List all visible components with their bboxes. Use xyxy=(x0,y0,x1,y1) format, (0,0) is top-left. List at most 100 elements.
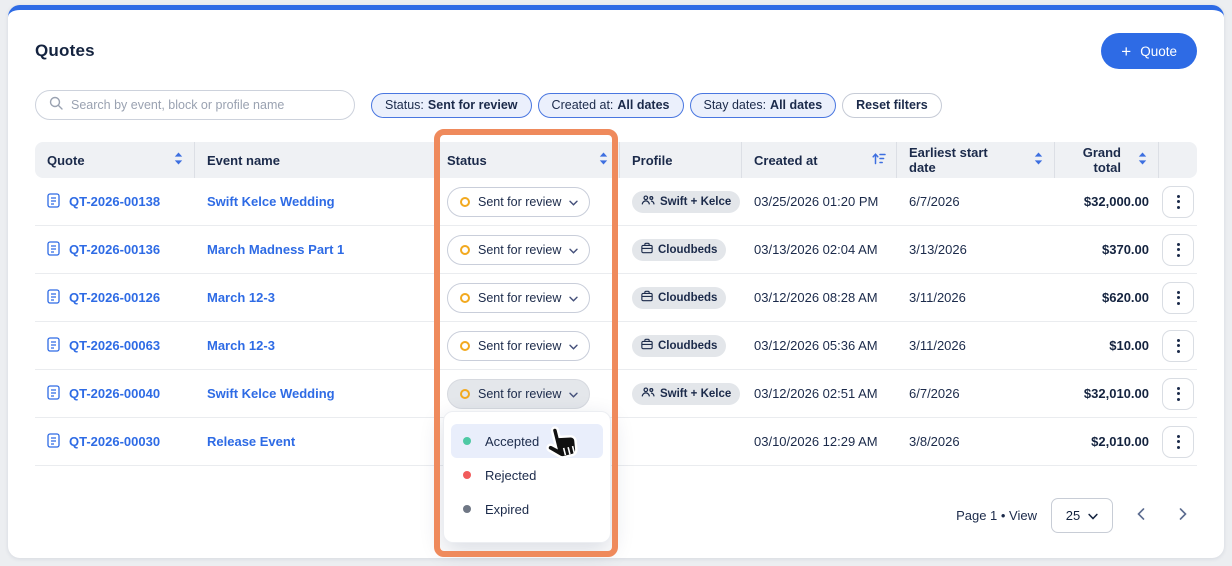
filter-chips: Status: Sent for review Created at: All … xyxy=(371,93,942,118)
status-dot-icon xyxy=(460,245,470,255)
status-option-rejected[interactable]: Rejected xyxy=(451,458,603,492)
sort-icon[interactable] xyxy=(598,152,609,168)
status-pill[interactable]: Sent for review xyxy=(447,235,590,265)
sort-icon[interactable] xyxy=(1033,152,1044,168)
option-label: Expired xyxy=(485,502,529,517)
row-actions-button[interactable] xyxy=(1162,426,1194,458)
profile-badge: Cloudbeds xyxy=(632,287,726,309)
status-dot-icon xyxy=(460,341,470,351)
document-icon xyxy=(47,289,60,307)
status-label: Sent for review xyxy=(478,291,561,305)
status-label: Sent for review xyxy=(478,339,561,353)
search-input[interactable] xyxy=(71,98,341,112)
row-actions-button[interactable] xyxy=(1162,378,1194,410)
table-row: QT-2026-00040 Swift Kelce Wedding Sent f… xyxy=(35,370,1197,418)
pagination: Page 1 • View 25 xyxy=(35,497,1197,533)
column-label: Grand total xyxy=(1067,145,1121,175)
page-size-select[interactable]: 25 xyxy=(1051,498,1113,533)
chevron-down-icon xyxy=(569,387,578,401)
sort-icon[interactable] xyxy=(1137,152,1148,168)
filter-chip-status[interactable]: Status: Sent for review xyxy=(371,93,532,118)
chip-value: Sent for review xyxy=(428,98,518,112)
quote-link[interactable]: QT-2026-00030 xyxy=(69,434,160,449)
add-quote-label: Quote xyxy=(1140,44,1177,59)
column-header-status[interactable]: Status xyxy=(435,142,620,178)
column-label: Event name xyxy=(207,153,280,168)
chevron-down-icon xyxy=(569,243,578,257)
earliest-start-cell: 3/8/2026 xyxy=(897,434,1055,449)
grand-total-cell: $370.00 xyxy=(1055,242,1159,257)
created-at-cell: 03/12/2026 02:51 AM xyxy=(742,386,897,401)
document-icon xyxy=(47,433,60,451)
status-option-accepted[interactable]: Accepted xyxy=(451,424,603,458)
status-label: Sent for review xyxy=(478,387,561,401)
people-icon xyxy=(641,194,655,209)
column-header-grand-total[interactable]: Grand total xyxy=(1055,142,1159,178)
filter-bar: Status: Sent for review Created at: All … xyxy=(35,90,1197,120)
column-label: Profile xyxy=(632,153,672,168)
filter-chip-stay-dates[interactable]: Stay dates: All dates xyxy=(690,93,837,118)
event-link[interactable]: Release Event xyxy=(207,434,295,449)
chip-label: Status: xyxy=(385,98,424,112)
event-link[interactable]: Swift Kelce Wedding xyxy=(207,194,335,209)
quote-link[interactable]: QT-2026-00136 xyxy=(69,242,160,257)
column-header-event-name[interactable]: Event name xyxy=(195,142,435,178)
earliest-start-cell: 6/7/2026 xyxy=(897,194,1055,209)
people-icon xyxy=(641,386,655,401)
table-header: Quote Event name Status Profile Created … xyxy=(35,142,1197,178)
event-link[interactable]: March Madness Part 1 xyxy=(207,242,344,257)
grand-total-cell: $32,000.00 xyxy=(1055,194,1159,209)
event-link[interactable]: March 12-3 xyxy=(207,338,275,353)
status-pill-open[interactable]: Sent for review xyxy=(447,379,590,409)
chevron-down-icon xyxy=(569,195,578,209)
chip-label: Reset filters xyxy=(856,98,928,112)
column-header-quote[interactable]: Quote xyxy=(35,142,195,178)
status-dot-icon xyxy=(460,197,470,207)
filter-chip-created-at[interactable]: Created at: All dates xyxy=(538,93,684,118)
status-option-expired[interactable]: Expired xyxy=(451,492,603,526)
quote-link[interactable]: QT-2026-00126 xyxy=(69,290,160,305)
quote-link[interactable]: QT-2026-00138 xyxy=(69,194,160,209)
event-link[interactable]: Swift Kelce Wedding xyxy=(207,386,335,401)
page-title: Quotes xyxy=(35,41,95,61)
created-at-cell: 03/25/2026 01:20 PM xyxy=(742,194,897,209)
column-header-earliest-start-date[interactable]: Earliest start date xyxy=(897,142,1055,178)
profile-badge: Cloudbeds xyxy=(632,335,726,357)
column-header-created-at[interactable]: Created at xyxy=(742,142,897,178)
chip-value: All dates xyxy=(770,98,822,112)
row-actions-button[interactable] xyxy=(1162,234,1194,266)
created-at-cell: 03/12/2026 08:28 AM xyxy=(742,290,897,305)
search-box[interactable] xyxy=(35,90,355,120)
row-actions-button[interactable] xyxy=(1162,330,1194,362)
event-link[interactable]: March 12-3 xyxy=(207,290,275,305)
column-header-actions xyxy=(1159,142,1197,178)
previous-page-button[interactable] xyxy=(1127,502,1155,529)
status-pill[interactable]: Sent for review xyxy=(447,331,590,361)
profile-name: Cloudbeds xyxy=(658,340,717,352)
briefcase-icon xyxy=(641,242,653,257)
sort-icon[interactable] xyxy=(173,152,184,168)
column-label: Quote xyxy=(47,153,85,168)
status-pill[interactable]: Sent for review xyxy=(447,187,590,217)
column-label: Status xyxy=(447,153,487,168)
row-actions-button[interactable] xyxy=(1162,186,1194,218)
next-page-button[interactable] xyxy=(1169,502,1197,529)
earliest-start-cell: 3/11/2026 xyxy=(897,338,1055,353)
quote-link[interactable]: QT-2026-00063 xyxy=(69,338,160,353)
status-pill[interactable]: Sent for review xyxy=(447,283,590,313)
reset-filters-button[interactable]: Reset filters xyxy=(842,93,942,118)
document-icon xyxy=(47,241,60,259)
profile-name: Swift + Kelce xyxy=(660,388,731,400)
sort-descending-icon[interactable] xyxy=(872,152,886,168)
briefcase-icon xyxy=(641,290,653,305)
quote-link[interactable]: QT-2026-00040 xyxy=(69,386,160,401)
page-header: Quotes + Quote xyxy=(35,33,1197,69)
column-label: Created at xyxy=(754,153,818,168)
earliest-start-cell: 6/7/2026 xyxy=(897,386,1055,401)
quotes-panel: Quotes + Quote Status: Sent for review C… xyxy=(8,5,1224,558)
row-actions-button[interactable] xyxy=(1162,282,1194,314)
option-label: Rejected xyxy=(485,468,536,483)
add-quote-button[interactable]: + Quote xyxy=(1101,33,1197,69)
column-header-profile[interactable]: Profile xyxy=(620,142,742,178)
chip-value: All dates xyxy=(617,98,669,112)
